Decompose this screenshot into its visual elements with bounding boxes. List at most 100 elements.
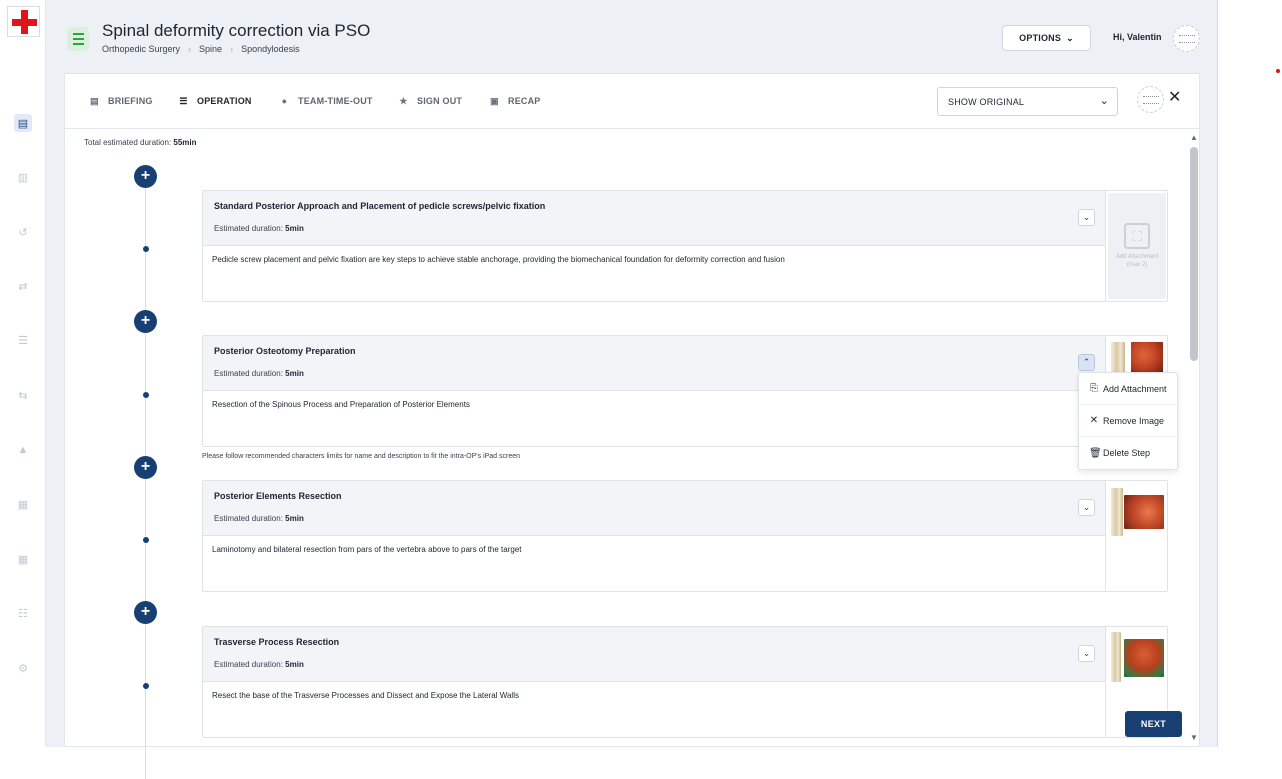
show-original-value: SHOW ORIGINAL [948,96,1025,107]
chevron-right-icon: › [230,44,234,54]
chevron-up-icon[interactable]: ⌃ [1078,354,1095,371]
step-context-menu: ⎘ Add Attachment ✕ Remove Image 🗑 Delete… [1078,372,1179,470]
tab-label: TEAM-TIME-OUT [298,96,373,106]
step-description[interactable]: Laminotomy and bilateral resection from … [212,545,522,554]
scroll-down-arrow[interactable]: ▼ [1190,733,1198,742]
close-icon[interactable]: ✕ [1168,87,1181,107]
add-attachment-label: Add Attachment (max 2) [1115,254,1159,268]
trash-icon: 🗑 [1089,447,1102,459]
left-rail: ▤ ▥ ↺ ⇄ ☰ ⇆ ▲ ▦ ▦ ☷ ⚙ [0,0,46,747]
menu-item-delete-step[interactable]: 🗑 Delete Step [1079,437,1179,469]
tab-bar: ▤ BRIEFING ☰ OPERATION ● TEAM-TIME-OUT ★… [65,74,1201,129]
app-logo[interactable] [7,6,40,37]
timeline-dot [143,683,149,689]
history-icon[interactable]: ↺ [14,223,32,241]
tab-team-time-out[interactable]: ● TEAM-TIME-OUT [279,93,373,109]
step-description[interactable]: Pedicle screw placement and pelvic fixat… [212,255,785,264]
menu-item-remove-image[interactable]: ✕ Remove Image [1079,405,1179,437]
step-title[interactable]: Posterior Elements Resection [214,491,342,501]
tab-operation[interactable]: ☰ OPERATION [178,93,252,109]
page-title: Spinal deformity correction via PSO [102,21,371,40]
step-card: Trasverse Process Resection Estimated du… [202,626,1168,738]
attachment-thumbnail[interactable] [1111,488,1123,536]
chevron-down-icon: ⌄ [1099,95,1109,107]
scroll-thumb[interactable] [1190,147,1198,361]
timeline-line [145,179,146,779]
step-title[interactable]: Posterior Osteotomy Preparation [214,346,356,356]
step-duration: Estimated duration: 5min [214,369,304,378]
breadcrumb-item[interactable]: Spine [199,44,222,54]
tab-briefing[interactable]: ▤ BRIEFING [89,93,153,109]
add-step-button[interactable]: + [134,310,157,333]
header: Spinal deformity correction via PSO Orth… [46,0,1218,73]
summary-icon: ▣ [490,95,499,106]
attachment-thumbnail[interactable] [1111,342,1125,374]
avatar[interactable] [1173,25,1200,52]
attachment-thumbnail[interactable] [1124,639,1164,677]
tab-label: RECAP [508,96,541,106]
show-original-select[interactable]: SHOW ORIGINAL ⌄ [937,87,1118,116]
chevron-down-icon[interactable]: ⌄ [1078,499,1095,516]
chevron-down-icon[interactable]: ⌄ [1078,645,1095,662]
help-circle-icon: ● [281,96,288,106]
add-step-button[interactable]: + [134,601,157,624]
avatar[interactable] [1137,86,1164,113]
step-header: Posterior Osteotomy Preparation Estimate… [203,336,1105,391]
menu-item-label: Remove Image [1103,415,1165,426]
breadcrumb: Orthopedic Surgery › Spine › Spondylodes… [102,44,300,54]
chart-icon[interactable]: ▦ [14,495,32,513]
search-list-icon[interactable]: ☷ [14,604,32,622]
scroll-up-arrow[interactable]: ▲ [1190,133,1198,142]
step-title[interactable]: Standard Posterior Approach and Placemen… [214,201,545,211]
dashboard-icon[interactable]: ▤ [14,114,32,132]
settings-icon[interactable]: ⚙ [14,659,32,677]
library-icon[interactable]: ▥ [14,168,32,186]
step-duration: Estimated duration: 5min [214,514,304,523]
duration-value[interactable]: 5min [285,369,304,378]
total-duration-label: Total estimated duration: [84,138,172,147]
attachment-thumbnail[interactable] [1124,495,1164,529]
duration-value[interactable]: 5min [285,224,304,233]
tab-label: BRIEFING [108,96,153,106]
step-description[interactable]: Resect the base of the Trasverse Process… [212,691,519,700]
duration-label: Estimated duration: [214,660,283,669]
duration-value[interactable]: 5min [285,514,304,523]
shuffle-icon[interactable]: ⇄ [14,277,32,295]
chevron-right-icon: › [188,44,192,54]
attachment-thumbnail[interactable] [1111,632,1121,682]
tab-label: SIGN OUT [417,96,463,106]
duration-label: Estimated duration: [214,224,283,233]
total-duration-value: 55min [173,138,197,147]
options-button[interactable]: OPTIONS ⌄ [1002,25,1091,51]
breadcrumb-item[interactable]: Spondylodesis [241,44,300,54]
add-step-button[interactable]: + [134,165,157,188]
menu-item-add-attachment[interactable]: ⎘ Add Attachment [1079,373,1179,405]
add-step-button[interactable]: + [134,456,157,479]
tab-sign-out[interactable]: ★ SIGN OUT [398,93,462,109]
step-header: Posterior Elements Resection Estimated d… [203,481,1105,536]
table-icon[interactable]: ▦ [14,550,32,568]
step-description[interactable]: Resection of the Spinous Process and Pre… [212,400,470,409]
timeline-dot [143,246,149,252]
menu-item-label: Add Attachment [1103,383,1167,394]
star-icon: ★ [399,95,408,106]
tab-recap[interactable]: ▣ RECAP [489,93,541,109]
app-window: ▤ ▥ ↺ ⇄ ☰ ⇆ ▲ ▦ ▦ ☷ ⚙ Spinal deformity c… [0,0,1218,779]
warning-icon[interactable]: ▲ [14,441,32,459]
breadcrumb-item[interactable]: Orthopedic Surgery [102,44,180,54]
user-greeting: Hi, Valentin [1113,32,1162,42]
attachment-thumbnail[interactable] [1131,342,1163,374]
duration-label: Estimated duration: [214,514,283,523]
tab-label: OPERATION [197,96,252,106]
menu-button[interactable] [67,27,89,51]
shuffle-alt-icon[interactable]: ⇆ [14,386,32,404]
next-button[interactable]: NEXT [1125,711,1182,737]
close-icon: ✕ [1089,415,1099,426]
attachment-column [1105,481,1167,591]
step-title[interactable]: Trasverse Process Resection [214,637,339,647]
scrollbar[interactable]: ▲ ▼ [1188,131,1200,746]
duration-value[interactable]: 5min [285,660,304,669]
add-attachment-box[interactable]: ⛶ Add Attachment (max 2) [1108,193,1166,299]
chevron-down-icon[interactable]: ⌄ [1078,209,1095,226]
checklist-icon[interactable]: ☰ [14,331,32,349]
